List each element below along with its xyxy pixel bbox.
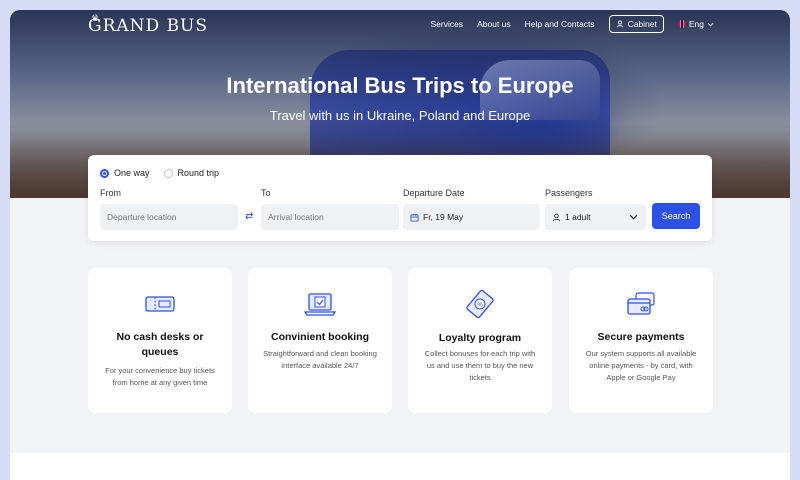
card-payment-icon	[627, 292, 655, 315]
cabinet-button[interactable]: Cabinet	[608, 15, 664, 33]
nav-about-us[interactable]: About us	[477, 19, 511, 29]
date-field[interactable]: Fr, 19 May	[403, 204, 540, 230]
date-label: Departure Date	[403, 188, 465, 198]
radio-round-trip[interactable]: Round trip	[163, 168, 220, 178]
crown-icon: ♛	[91, 14, 101, 24]
to-label: To	[261, 188, 271, 198]
nav-services[interactable]: Services	[430, 19, 463, 29]
chevron-down-icon	[629, 214, 638, 220]
from-input[interactable]	[100, 204, 238, 230]
radio-unselected-icon	[163, 168, 173, 178]
calendar-icon	[410, 213, 419, 222]
feature-card: No cash desks or queues For your conveni…	[88, 268, 232, 413]
passengers-select[interactable]: 1 adult	[545, 204, 646, 230]
search-button[interactable]: Search	[652, 203, 700, 229]
logo[interactable]: ♛ GRAND BUS	[88, 14, 209, 36]
language-selector[interactable]: Eng	[677, 19, 714, 29]
radio-round-trip-label: Round trip	[177, 168, 220, 178]
cabinet-label: Cabinet	[627, 19, 657, 29]
ticket-icon	[145, 296, 175, 312]
chevron-down-icon	[707, 22, 714, 26]
search-panel: One way Round trip From ⇄ To Departure D…	[88, 155, 712, 241]
next-section	[10, 453, 790, 480]
feature-desc: For your convenience buy tickets from ho…	[105, 366, 215, 387]
feature-title: Convinient booking	[271, 331, 369, 343]
feature-card: Secure payments Our system supports all …	[569, 268, 713, 413]
feature-desc: Our system supports all available online…	[585, 349, 697, 382]
passengers-value: 1 adult	[565, 212, 591, 222]
user-icon	[616, 20, 623, 28]
passengers-label: Passengers	[545, 188, 593, 198]
radio-one-way-label: One way	[114, 168, 150, 178]
trip-type-group: One way Round trip	[100, 168, 219, 178]
from-label: From	[100, 188, 121, 198]
browser-frame: ♛ GRAND BUS Services About us Help and C…	[10, 10, 790, 480]
feature-card: % Loyalty program Collect bonuses for ea…	[408, 268, 552, 413]
to-input[interactable]	[261, 204, 399, 230]
feature-title: Secure payments	[597, 331, 685, 343]
date-value: Fr, 19 May	[423, 212, 464, 222]
feature-card: Convinient booking Straightforward and c…	[248, 268, 392, 413]
feature-desc: Collect bonuses for each trip with us an…	[424, 349, 536, 382]
features-row: No cash desks or queues For your conveni…	[88, 268, 713, 413]
radio-one-way[interactable]: One way	[100, 168, 150, 178]
uk-flag-icon	[677, 20, 686, 28]
nav-help-contacts[interactable]: Help and Contacts	[525, 19, 595, 29]
feature-title: No cash desks or queues	[116, 331, 204, 358]
user-icon	[552, 213, 561, 221]
feature-desc: Straightforward and clean booking interf…	[263, 349, 377, 370]
language-label: Eng	[688, 19, 704, 29]
hero-title: International Bus Trips to Europe	[226, 73, 574, 98]
svg-text:%: %	[477, 303, 483, 309]
discount-ticket-icon: %	[466, 290, 494, 318]
logo-text: GRAND BUS	[88, 16, 209, 36]
laptop-booking-icon	[303, 293, 337, 316]
radio-selected-icon	[100, 168, 109, 178]
hero-subtitle: Travel with us in Ukraine, Poland and Eu…	[269, 108, 531, 123]
feature-title: Loyalty program	[438, 332, 522, 344]
top-nav: Services About us Help and Contacts Cabi…	[430, 15, 714, 33]
swap-icon[interactable]: ⇄	[245, 211, 253, 222]
